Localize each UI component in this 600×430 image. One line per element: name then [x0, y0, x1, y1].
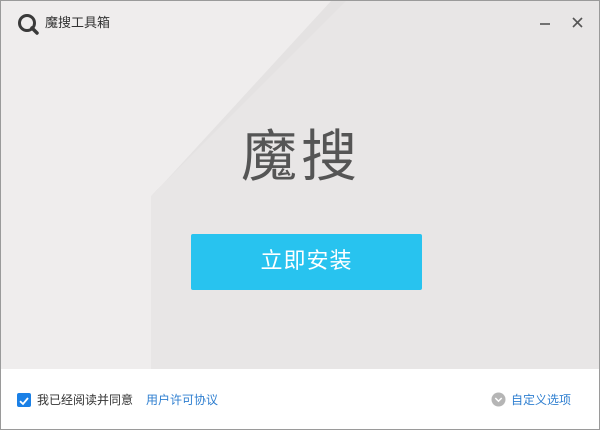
- license-agreement-link[interactable]: 用户许可协议: [146, 391, 218, 409]
- close-button[interactable]: [567, 11, 589, 33]
- close-icon: [572, 17, 583, 28]
- app-title: 魔搜工具箱: [45, 16, 111, 31]
- minimize-icon: [540, 23, 550, 25]
- brand-heading: 魔搜: [241, 125, 361, 190]
- footer-bar: 我已经阅读并同意 用户许可协议 自定义选项: [1, 369, 599, 429]
- agree-checkbox[interactable]: [17, 393, 31, 407]
- minimize-button[interactable]: [534, 11, 556, 33]
- title-bar[interactable]: 魔搜工具箱: [1, 1, 599, 43]
- hero-panel: 魔搜工具箱 魔搜 立即安装: [1, 1, 599, 369]
- chevron-down-circle-icon: [491, 392, 506, 407]
- checkmark-icon: [19, 397, 29, 406]
- app-logo-icon: [18, 14, 39, 35]
- installer-window: 魔搜工具箱 魔搜 立即安装 我已经阅读并同意 用户许可协议 自定义选项: [0, 0, 600, 430]
- custom-options-label[interactable]: 自定义选项: [511, 391, 571, 409]
- install-now-button[interactable]: 立即安装: [191, 234, 422, 290]
- agree-label: 我已经阅读并同意: [37, 393, 134, 407]
